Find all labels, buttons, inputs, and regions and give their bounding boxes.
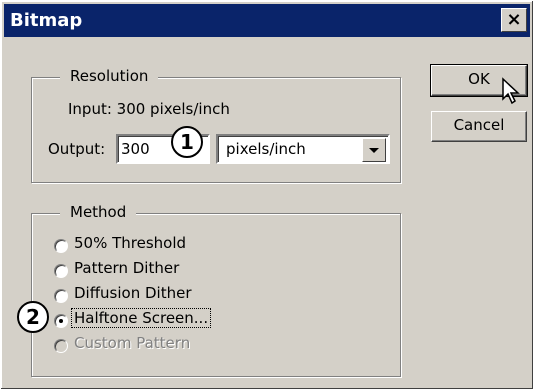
method-group: Method 50% Threshold Pattern Dither Diff… bbox=[31, 203, 401, 377]
close-button[interactable]: × bbox=[501, 8, 527, 32]
method-legend: Method bbox=[60, 203, 137, 221]
unit-selected-value: pixels/inch bbox=[226, 140, 306, 158]
custom-pattern-radio bbox=[54, 339, 68, 353]
dialog-title: Bitmap bbox=[10, 10, 83, 31]
threshold-label[interactable]: 50% Threshold bbox=[74, 234, 186, 252]
input-resolution-text: Input: 300 pixels/inch bbox=[68, 100, 230, 118]
diffusion-dither-label[interactable]: Diffusion Dither bbox=[74, 284, 192, 302]
diffusion-dither-radio[interactable] bbox=[54, 289, 68, 303]
chevron-down-icon[interactable] bbox=[362, 138, 386, 162]
close-icon: × bbox=[506, 9, 522, 30]
custom-pattern-label: Custom Pattern bbox=[74, 334, 191, 352]
output-value: 300 bbox=[121, 140, 150, 158]
resolution-group: Resolution Input: 300 pixels/inch Output… bbox=[31, 67, 401, 183]
ok-label: OK bbox=[468, 70, 490, 88]
callout-1-badge: 1 bbox=[171, 126, 203, 158]
unit-select[interactable]: pixels/inch bbox=[216, 134, 390, 164]
halftone-screen-label[interactable]: Halftone Screen... bbox=[70, 308, 212, 328]
resolution-legend: Resolution bbox=[60, 67, 159, 85]
callout-2-badge: 2 bbox=[17, 301, 49, 333]
output-label: Output: bbox=[48, 140, 106, 158]
pattern-dither-radio[interactable] bbox=[54, 264, 68, 278]
halftone-screen-radio[interactable] bbox=[54, 314, 68, 328]
mouse-cursor-icon bbox=[502, 77, 520, 105]
title-bar[interactable]: Bitmap × bbox=[4, 4, 530, 37]
cancel-label: Cancel bbox=[453, 116, 505, 134]
threshold-radio[interactable] bbox=[54, 239, 68, 253]
cancel-button[interactable]: Cancel bbox=[431, 111, 527, 142]
bitmap-dialog: Bitmap × Resolution Input: 300 pixels/in… bbox=[0, 0, 534, 390]
pattern-dither-label[interactable]: Pattern Dither bbox=[74, 259, 179, 277]
